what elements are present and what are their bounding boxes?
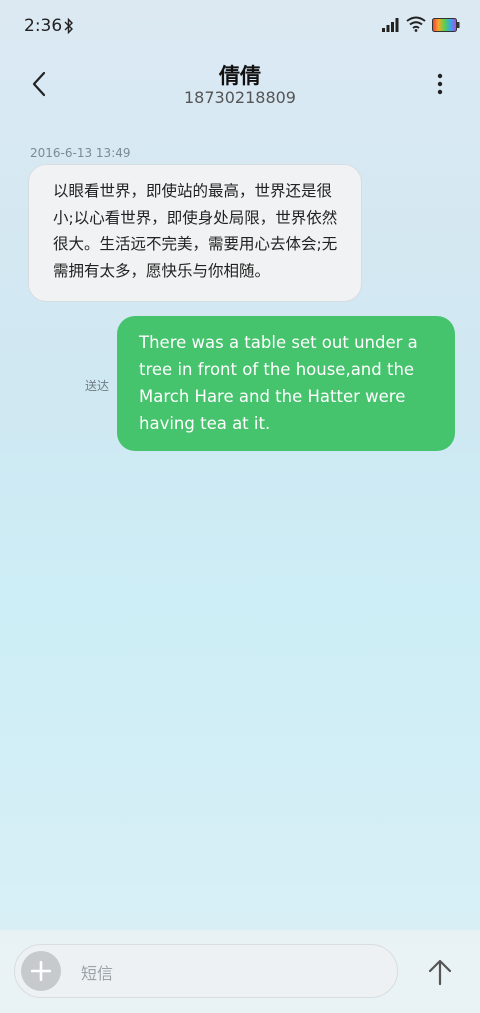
add-attachment-button[interactable] [21,951,61,991]
incoming-message-bubble[interactable]: 以眼看世界，即使站的最高，世界还是很小;以心看世界，即使身处局限，世界依然很大。… [28,164,362,302]
more-vertical-icon[interactable] [428,68,452,100]
plus-icon [31,961,51,981]
conversation-header: 倩倩 18730218809 [0,52,480,122]
message-timestamp: 2016-6-13 13:49 [30,146,131,160]
status-time: 2:36 [24,16,63,36]
battery-icon [432,18,460,32]
arrow-up-icon[interactable] [424,956,456,988]
signal-icon [382,18,399,32]
delivery-status: 送达 [85,379,110,393]
message-input-container [14,944,398,998]
wifi-icon [406,16,426,32]
bluetooth-icon [64,17,73,35]
outgoing-message-bubble[interactable]: There was a table set out under a tree i… [117,316,455,451]
status-bar: 2:36 [0,0,480,52]
message-input[interactable] [79,957,383,989]
incoming-message-text: 以眼看世界，即使站的最高，世界还是很小;以心看世界，即使身处局限，世界依然很大。… [53,182,338,280]
contact-number: 18730218809 [184,88,296,107]
contact-name: 倩倩 [219,64,261,88]
message-composer [0,930,480,1013]
outgoing-message-text: There was a table set out under a tree i… [139,333,418,433]
